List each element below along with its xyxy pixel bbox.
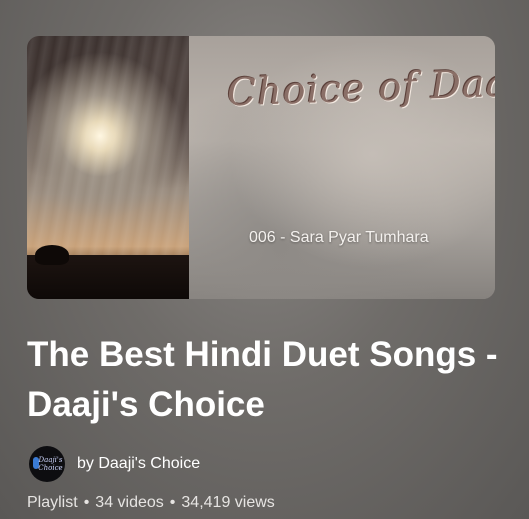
playlist-thumbnail[interactable]: Choice of Daaji 006 - Sara Pyar Tumhara — [27, 36, 495, 299]
view-count: 34,419 views — [181, 494, 275, 511]
channel-name[interactable]: by Daaji's Choice — [77, 455, 200, 473]
channel-row[interactable]: Daaji's Choice by Daaji's Choice — [29, 446, 200, 482]
avatar-label: Daaji's Choice — [38, 456, 63, 472]
thumbnail-track: 006 - Sara Pyar Tumhara — [249, 229, 429, 246]
video-count: 34 videos — [95, 494, 164, 511]
playlist-title[interactable]: The Best Hindi Duet Songs - Daaji's Choi… — [27, 330, 507, 430]
separator: • — [83, 494, 90, 511]
playlist-type: Playlist — [27, 494, 78, 511]
thumbnail-title: Choice of Daaji — [226, 59, 495, 115]
separator: • — [169, 494, 176, 511]
playlist-meta: Playlist • 34 videos • 34,419 views — [27, 494, 275, 512]
tree-silhouette — [35, 245, 69, 265]
avatar[interactable]: Daaji's Choice — [29, 446, 65, 482]
